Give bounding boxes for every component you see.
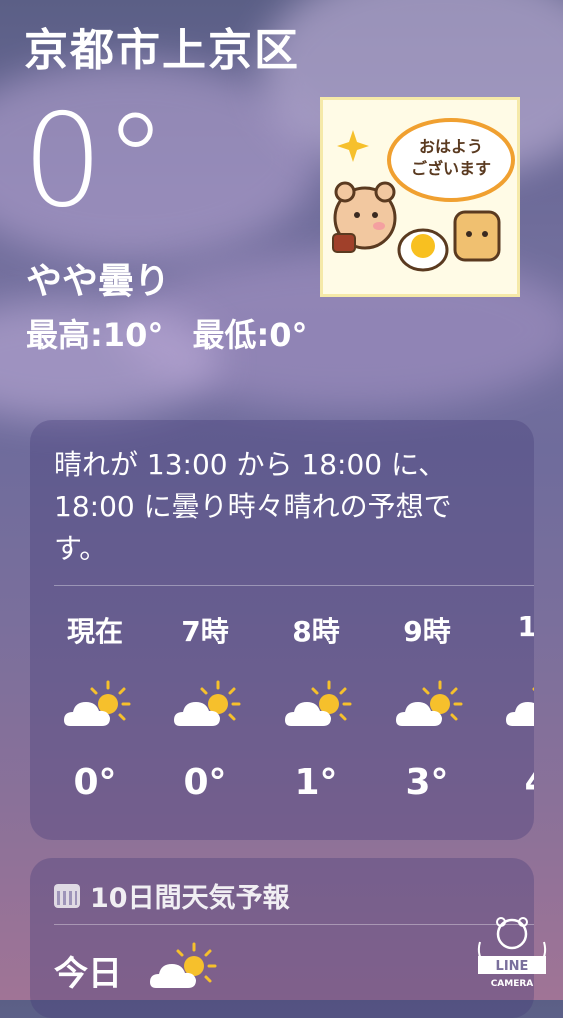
hour-temp: 0° xyxy=(183,762,227,803)
today-label: 今日 xyxy=(54,954,122,994)
line-camera-watermark: LINE CAMERA xyxy=(477,917,547,989)
partly-cloudy-sun-icon xyxy=(172,680,241,728)
partly-cloudy-sun-icon xyxy=(283,680,352,728)
ten-day-header: 10日間天気予報 xyxy=(54,876,290,915)
hour-label: 7時 xyxy=(181,615,229,648)
calendar-icon xyxy=(54,883,80,908)
hour-label: 9時 xyxy=(403,615,451,648)
hourly-forecast-card: 晴れが 13:00 から 18:00 に、18:00 に曇り時々晴れの予想です。… xyxy=(30,420,534,840)
sticker-text-2: ございます xyxy=(411,159,491,178)
hourly-scroller[interactable]: 現在 0° 7時 0° 8時 1° 9時 3° 10 4 xyxy=(30,610,534,830)
forecast-summary: 晴れが 13:00 から 18:00 に、18:00 に曇り時々晴れの予想です。 xyxy=(54,448,452,565)
high-temp: 最高:10° xyxy=(26,316,164,354)
location-title: 京都市上京区 xyxy=(24,25,300,76)
current-condition: やや曇り xyxy=(26,261,171,302)
divider xyxy=(54,585,534,586)
high-low: 最高:10° 最低:0° xyxy=(26,310,326,356)
hour-temp: 3° xyxy=(405,762,449,803)
hour-label: 現在 xyxy=(66,615,123,648)
sticker-illustration: おはよう ございます xyxy=(332,118,515,272)
low-temp: 最低:0° xyxy=(192,316,308,354)
hour-label: 8時 xyxy=(292,615,340,648)
partly-cloudy-sun-icon xyxy=(504,680,534,728)
hour-temp: 1° xyxy=(294,762,338,803)
partly-cloudy-sun-icon xyxy=(394,680,463,728)
hour-label: 10 xyxy=(517,610,534,643)
ten-day-forecast-card[interactable]: 10日間天気予報 今日 xyxy=(30,858,534,1018)
hour-temp: 4 xyxy=(482,762,534,803)
greeting-sticker: おはよう ございます xyxy=(320,97,520,297)
current-temperature: 0° xyxy=(22,87,168,236)
partly-cloudy-sun-icon xyxy=(62,680,131,728)
watermark-camera: CAMERA xyxy=(491,979,534,989)
watermark-line: LINE xyxy=(496,959,529,974)
ten-day-title: 10日間天気予報 xyxy=(90,883,290,914)
sticker-text-1: おはよう xyxy=(419,137,483,156)
divider xyxy=(54,924,534,925)
hour-temp: 0° xyxy=(73,762,117,803)
partly-cloudy-sun-icon xyxy=(148,942,217,990)
